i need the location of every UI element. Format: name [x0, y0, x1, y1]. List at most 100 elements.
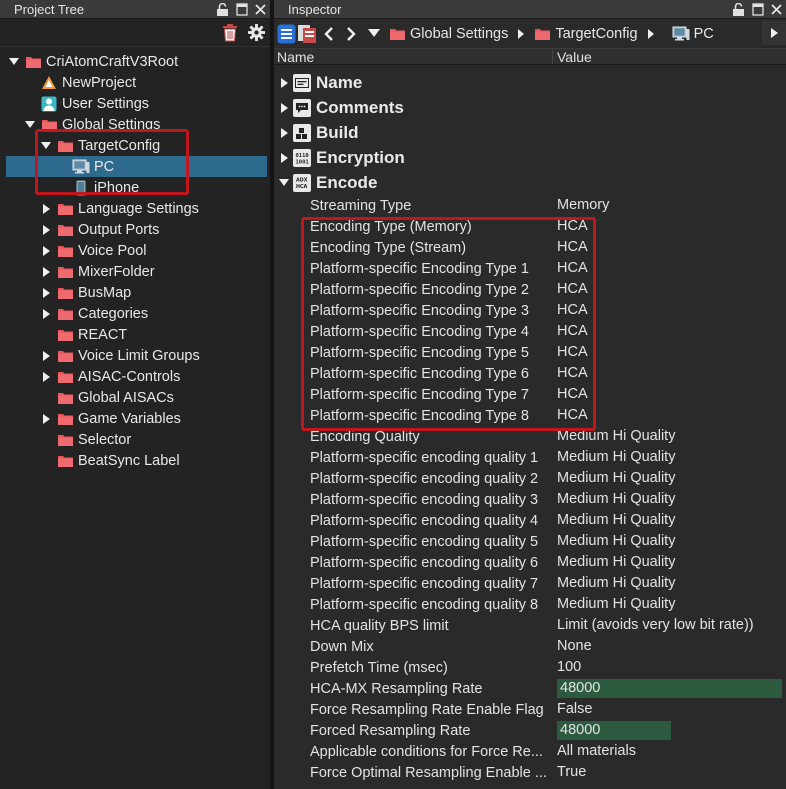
property-value[interactable]: HCA: [557, 322, 786, 341]
property-row-platform-specific-encoding-type-3[interactable]: Platform-specific Encoding Type 3 HCA: [274, 300, 786, 321]
property-row-force-optimal-resampling-enable[interactable]: Force Optimal Resampling Enable ... True: [274, 762, 786, 783]
expand-arrow-icon[interactable]: [40, 140, 52, 152]
tree-item-selector[interactable]: Selector: [0, 429, 270, 450]
collapse-arrow-icon[interactable]: [278, 77, 290, 89]
property-value[interactable]: Medium Hi Quality: [557, 490, 786, 509]
pin-window-icon[interactable]: [750, 2, 765, 17]
tree-item-iphone[interactable]: iPhone: [0, 177, 270, 198]
breadcrumb-overflow-icon[interactable]: [762, 21, 786, 45]
tree-item-game-variables[interactable]: Game Variables: [0, 408, 270, 429]
pin-window-icon[interactable]: [234, 2, 249, 17]
property-value[interactable]: 100: [557, 658, 786, 677]
property-value[interactable]: True: [557, 763, 786, 782]
tree-item-newproject[interactable]: NewProject: [0, 72, 270, 93]
tree-item-beatsync-label[interactable]: BeatSync Label: [0, 450, 270, 471]
tree-item-user-settings[interactable]: User Settings: [0, 93, 270, 114]
property-row-streaming-type[interactable]: Streaming Type Memory: [274, 195, 786, 216]
property-value[interactable]: All materials: [557, 742, 786, 761]
tree-item-pc[interactable]: PC: [6, 156, 267, 177]
property-row-platform-specific-encoding-quality-3[interactable]: Platform-specific encoding quality 3 Medi…: [274, 489, 786, 510]
property-row-prefetch-time-msec[interactable]: Prefetch Time (msec) 100: [274, 657, 786, 678]
tree-item-voice-limit-groups[interactable]: Voice Limit Groups: [0, 345, 270, 366]
property-row-platform-specific-encoding-type-8[interactable]: Platform-specific Encoding Type 8 HCA: [274, 405, 786, 426]
collapse-arrow-icon[interactable]: [40, 308, 52, 320]
category-comments[interactable]: Comments: [274, 95, 786, 120]
property-row-down-mix[interactable]: Down Mix None: [274, 636, 786, 657]
property-value[interactable]: Medium Hi Quality: [557, 427, 786, 446]
tree-item-busmap[interactable]: BusMap: [0, 282, 270, 303]
property-value[interactable]: Medium Hi Quality: [557, 469, 786, 488]
property-row-platform-specific-encoding-quality-6[interactable]: Platform-specific encoding quality 6 Medi…: [274, 552, 786, 573]
property-row-force-resampling-rate-enable-flag[interactable]: Force Resampling Rate Enable Flag False: [274, 699, 786, 720]
property-row-platform-specific-encoding-quality-1[interactable]: Platform-specific encoding quality 1 Medi…: [274, 447, 786, 468]
property-value[interactable]: Medium Hi Quality: [557, 448, 786, 467]
category-name[interactable]: Name: [274, 70, 786, 95]
collapse-arrow-icon[interactable]: [40, 371, 52, 383]
close-icon[interactable]: [769, 2, 784, 17]
expand-arrow-icon[interactable]: [278, 177, 290, 189]
tree-item-react[interactable]: REACT: [0, 324, 270, 345]
property-row-hca-quality-bps-limit[interactable]: HCA quality BPS limit Limit (avoids very …: [274, 615, 786, 636]
tree-item-mixerfolder[interactable]: MixerFolder: [0, 261, 270, 282]
forward-arrow-icon[interactable]: [340, 22, 362, 46]
property-row-encoding-type-memory[interactable]: Encoding Type (Memory) HCA: [274, 216, 786, 237]
property-row-hca-mx-resampling-rate[interactable]: HCA-MX Resampling Rate 48000: [274, 678, 786, 699]
list-view-icon[interactable]: [276, 22, 296, 46]
property-row-encoding-quality[interactable]: Encoding Quality Medium Hi Quality: [274, 426, 786, 447]
property-row-applicable-conditions-for-force-re[interactable]: Applicable conditions for Force Re... All…: [274, 741, 786, 762]
tree-item-categories[interactable]: Categories: [0, 303, 270, 324]
property-value[interactable]: HCA: [557, 406, 786, 425]
property-value[interactable]: HCA: [557, 238, 786, 257]
back-arrow-icon[interactable]: [318, 22, 340, 46]
name-column-header[interactable]: Name: [274, 49, 553, 65]
property-row-platform-specific-encoding-quality-2[interactable]: Platform-specific encoding quality 2 Medi…: [274, 468, 786, 489]
breadcrumb-item-global-settings[interactable]: Global Settings: [389, 26, 508, 42]
tree-item-language-settings[interactable]: Language Settings: [0, 198, 270, 219]
expand-arrow-icon[interactable]: [8, 56, 20, 68]
property-value[interactable]: Limit (avoids very low bit rate)): [557, 616, 786, 635]
property-value[interactable]: False: [557, 700, 786, 719]
property-value[interactable]: Medium Hi Quality: [557, 511, 786, 530]
breadcrumb-item-pc[interactable]: PC: [672, 26, 714, 42]
category-encode[interactable]: ADX HCA Encode: [274, 170, 786, 195]
property-value[interactable]: Medium Hi Quality: [557, 532, 786, 551]
breadcrumb-separator-icon[interactable]: [518, 28, 525, 39]
collapse-arrow-icon[interactable]: [40, 413, 52, 425]
property-value-field[interactable]: 48000: [557, 679, 782, 698]
collapse-arrow-icon[interactable]: [278, 102, 290, 114]
category-encryption[interactable]: 0110 1001 Encryption: [274, 145, 786, 170]
collapse-arrow-icon[interactable]: [40, 266, 52, 278]
collapse-arrow-icon[interactable]: [40, 350, 52, 362]
category-build[interactable]: Build: [274, 120, 786, 145]
collapse-arrow-icon[interactable]: [278, 152, 290, 164]
unlock-icon[interactable]: [215, 2, 230, 17]
property-row-platform-specific-encoding-quality-7[interactable]: Platform-specific encoding quality 7 Medi…: [274, 573, 786, 594]
gear-icon[interactable]: [245, 21, 267, 43]
compare-view-icon[interactable]: [296, 22, 318, 46]
property-value[interactable]: HCA: [557, 280, 786, 299]
tree-item-global-aisacs[interactable]: Global AISACs: [0, 387, 270, 408]
property-value[interactable]: HCA: [557, 343, 786, 362]
property-value[interactable]: HCA: [557, 217, 786, 236]
tree-item-targetconfig[interactable]: TargetConfig: [0, 135, 270, 156]
tree-item-global-settings[interactable]: Global Settings: [0, 114, 270, 135]
property-row-platform-specific-encoding-quality-4[interactable]: Platform-specific encoding quality 4 Medi…: [274, 510, 786, 531]
tree-item-output-ports[interactable]: Output Ports: [0, 219, 270, 240]
property-value[interactable]: HCA: [557, 259, 786, 278]
expand-arrow-icon[interactable]: [24, 119, 36, 131]
value-column-header[interactable]: Value: [553, 49, 592, 65]
property-row-encoding-type-stream[interactable]: Encoding Type (Stream) HCA: [274, 237, 786, 258]
property-row-platform-specific-encoding-type-6[interactable]: Platform-specific Encoding Type 6 HCA: [274, 363, 786, 384]
collapse-arrow-icon[interactable]: [40, 245, 52, 257]
property-value[interactable]: HCA: [557, 364, 786, 383]
property-row-platform-specific-encoding-type-1[interactable]: Platform-specific Encoding Type 1 HCA: [274, 258, 786, 279]
breadcrumb-separator-icon[interactable]: [647, 28, 654, 39]
unlock-icon[interactable]: [731, 2, 746, 17]
property-value-field[interactable]: 48000: [557, 721, 671, 740]
property-value[interactable]: Memory: [557, 196, 786, 215]
property-row-platform-specific-encoding-quality-8[interactable]: Platform-specific encoding quality 8 Medi…: [274, 594, 786, 615]
tree-item-aisac-controls[interactable]: AISAC-Controls: [0, 366, 270, 387]
tree-item-criatomcraftv3root[interactable]: CriAtomCraftV3Root: [0, 51, 270, 72]
property-value[interactable]: None: [557, 637, 786, 656]
property-value[interactable]: Medium Hi Quality: [557, 553, 786, 572]
